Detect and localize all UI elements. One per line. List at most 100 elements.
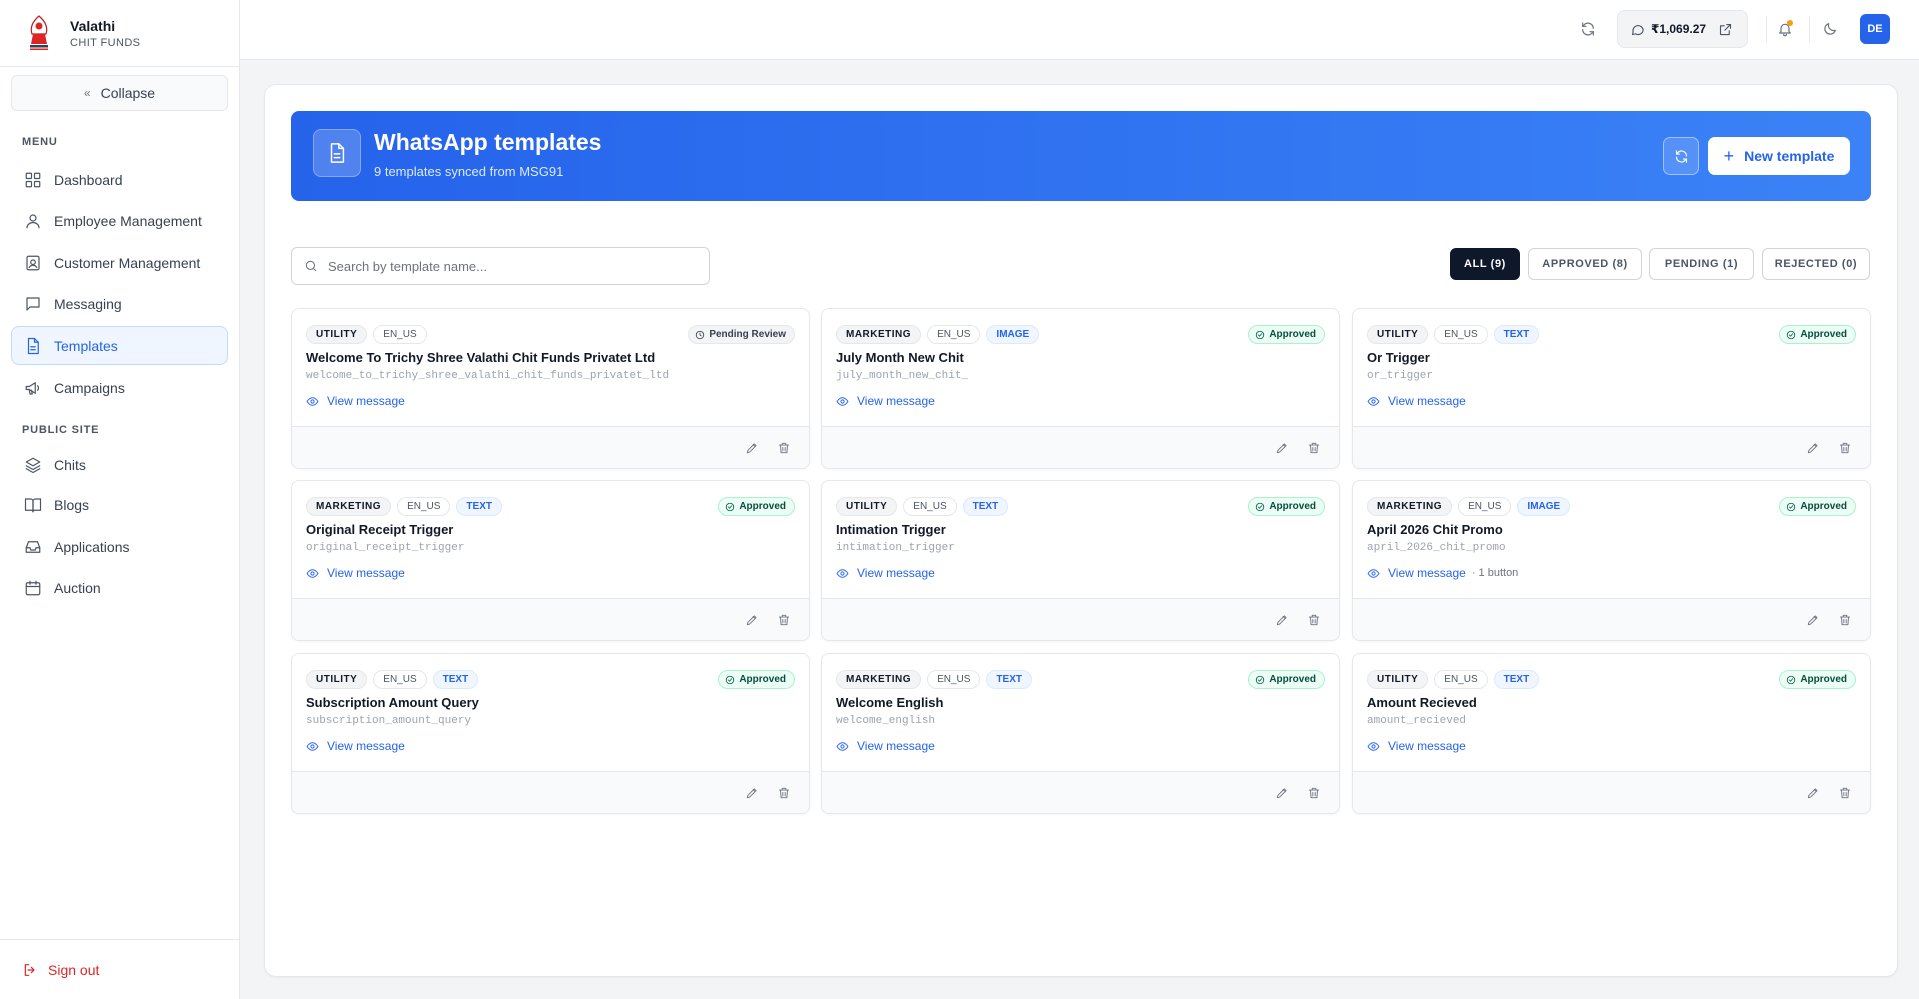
delete-button[interactable]: [1305, 611, 1323, 629]
pencil-icon: [746, 443, 757, 454]
template-name: Welcome English: [836, 695, 944, 710]
notifications-button[interactable]: [1773, 17, 1797, 41]
template-card-actions: [822, 598, 1339, 640]
sidebar-item-messaging[interactable]: Messaging: [11, 284, 228, 323]
refresh-button[interactable]: [1576, 17, 1600, 41]
sidebar-item-label: Applications: [54, 538, 130, 555]
filter-approved[interactable]: APPROVED (8): [1528, 248, 1642, 280]
topbar: ₹1,069.27 DE: [240, 0, 1919, 60]
category-badge: MARKETING: [836, 325, 922, 344]
template-card-actions: [822, 426, 1339, 468]
view-message-link[interactable]: View message: [1367, 739, 1466, 753]
sidebar-item-customer-management[interactable]: Customer Management: [11, 243, 228, 282]
template-card-body: UTILITY EN_US TEXT Approved Subscription Amo…: [292, 654, 809, 772]
menu-section-label: MENU: [22, 136, 58, 148]
delete-button[interactable]: [1836, 611, 1854, 629]
edit-button[interactable]: [1804, 611, 1822, 629]
edit-button[interactable]: [1804, 784, 1822, 802]
eye-icon: [306, 396, 319, 406]
trash-icon: [1839, 787, 1851, 799]
trash-icon: [1308, 614, 1320, 626]
status-badge: Approved: [1779, 670, 1856, 689]
template-card-actions: [1353, 771, 1870, 813]
search-input[interactable]: [328, 258, 688, 274]
status-badge: Approved: [1248, 497, 1325, 516]
edit-button[interactable]: [743, 439, 761, 457]
sidebar-item-employee-management[interactable]: Employee Management: [11, 201, 228, 240]
edit-button[interactable]: [1273, 611, 1291, 629]
collapse-button[interactable]: « Collapse: [11, 75, 228, 111]
status-label: Approved: [1269, 674, 1316, 685]
pencil-icon: [1276, 788, 1287, 799]
template-card-actions: [292, 426, 809, 468]
edit-button[interactable]: [743, 784, 761, 802]
brand: Valathi CHIT FUNDS: [0, 0, 239, 67]
sidebar: Valathi CHIT FUNDS « Collapse MENU Dashb…: [0, 0, 240, 999]
brand-logo[interactable]: [22, 13, 56, 53]
view-message-label: View message: [857, 394, 935, 408]
edit-button[interactable]: [1804, 439, 1822, 457]
check-circle-icon: [1786, 675, 1800, 685]
theme-toggle-button[interactable]: [1818, 17, 1842, 41]
edit-button[interactable]: [1273, 439, 1291, 457]
document-icon: [27, 337, 39, 354]
balance-amount: ₹1,069.27: [1651, 22, 1707, 36]
template-card-actions: [292, 771, 809, 813]
notification-dot: [1787, 20, 1793, 26]
view-message-link[interactable]: View message: [1367, 394, 1466, 408]
chat-bubble-icon: [1631, 24, 1644, 35]
template-slug: welcome_to_trichy_shree_valathi_chit_fun…: [306, 370, 670, 382]
view-message-link[interactable]: View message: [306, 739, 405, 753]
delete-button[interactable]: [1836, 439, 1854, 457]
sidebar-item-chits[interactable]: Chits: [11, 445, 228, 484]
topbar-divider: [1809, 16, 1810, 42]
new-template-button[interactable]: + New template: [1708, 137, 1850, 175]
wallet-balance[interactable]: ₹1,069.27: [1617, 10, 1748, 48]
pencil-icon: [746, 788, 757, 799]
sidebar-item-dashboard[interactable]: Dashboard: [11, 160, 228, 199]
edit-button[interactable]: [1273, 784, 1291, 802]
view-message-label: View message: [1388, 394, 1466, 408]
sidebar-item-blogs[interactable]: Blogs: [11, 485, 228, 524]
view-message-link[interactable]: View message: [306, 566, 405, 580]
external-link-icon: [1720, 23, 1732, 35]
view-message-link[interactable]: View message: [836, 739, 935, 753]
delete-button[interactable]: [1305, 784, 1323, 802]
language-badge: EN_US: [1458, 497, 1512, 516]
sidebar-item-label: Customer Management: [54, 254, 201, 271]
sidebar-item-applications[interactable]: Applications: [11, 527, 228, 566]
edit-button[interactable]: [743, 611, 761, 629]
sidebar-item-templates[interactable]: Templates: [11, 326, 228, 365]
view-message-link[interactable]: View message: [836, 566, 935, 580]
template-card: UTILITY EN_US TEXT Approved Subscription Amo…: [291, 653, 810, 814]
sidebar-item-auction[interactable]: Auction: [11, 568, 228, 607]
template-card-body: UTILITY EN_US TEXT Approved Intimation Trigg…: [822, 481, 1339, 599]
delete-button[interactable]: [1305, 439, 1323, 457]
view-message-link[interactable]: View message: [836, 394, 935, 408]
view-message-link[interactable]: View message: [306, 394, 405, 408]
eye-icon: [1367, 396, 1380, 406]
eye-icon: [1367, 568, 1380, 578]
view-message-link[interactable]: View message · 1 button: [1367, 566, 1518, 580]
brand-text: Valathi CHIT FUNDS: [70, 18, 140, 49]
sidebar-item-campaigns[interactable]: Campaigns: [11, 368, 228, 407]
delete-button[interactable]: [775, 784, 793, 802]
template-slug: welcome_english: [836, 715, 936, 727]
status-badge: Approved: [1779, 497, 1856, 516]
filter-rejected[interactable]: REJECTED (0): [1762, 248, 1870, 280]
avatar[interactable]: DE: [1860, 14, 1890, 44]
document-icon: [313, 129, 361, 177]
delete-button[interactable]: [775, 611, 793, 629]
delete-button[interactable]: [775, 439, 793, 457]
filter-all[interactable]: ALL (9): [1450, 248, 1520, 280]
delete-button[interactable]: [1836, 784, 1854, 802]
filter-pending[interactable]: PENDING (1): [1649, 248, 1754, 280]
check-circle-icon: [1255, 675, 1269, 685]
sync-templates-button[interactable]: [1663, 137, 1699, 175]
category-badge: UTILITY: [836, 497, 898, 516]
type-badge: IMAGE: [986, 325, 1040, 344]
language-badge: EN_US: [927, 670, 981, 689]
category-badge: UTILITY: [1367, 670, 1429, 689]
grid-icon: [25, 172, 41, 187]
sign-out-button[interactable]: Sign out: [22, 962, 99, 978]
